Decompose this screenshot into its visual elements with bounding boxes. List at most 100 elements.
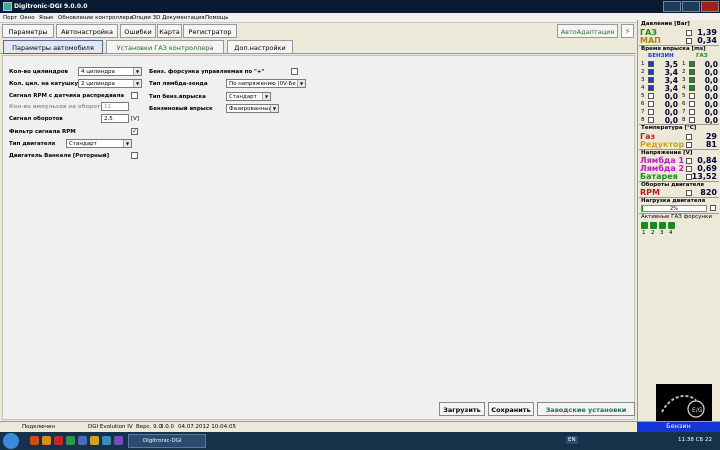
benzin-injector-checkbox[interactable] (648, 69, 654, 75)
injector-row: 7 0,0 7 0,0 (640, 108, 718, 117)
injector-label: Бенз. форсунка управляемая по "+" (149, 69, 265, 75)
engine-type-select[interactable]: Стандарт ▼ (66, 139, 132, 148)
lightning-icon[interactable]: ⚡ (621, 24, 634, 38)
gas-injector-checkbox[interactable] (689, 101, 695, 107)
benzin-injector-checkbox[interactable] (648, 117, 654, 123)
rpm-signal-checkbox[interactable] (131, 92, 138, 99)
engine-type-label: Тип двигателя (9, 141, 56, 147)
tab-parameters[interactable]: Параметры (2, 24, 54, 38)
benzin-injector-checkbox[interactable] (648, 109, 654, 115)
tab-recorder[interactable]: Регистратор (183, 24, 237, 38)
lambda-type-select[interactable]: По напряжению (0V-Бе ▼ (226, 79, 306, 88)
benzin-injector-checkbox[interactable] (648, 77, 654, 83)
gas-injector-checkbox[interactable] (689, 77, 695, 83)
tab-additional-settings[interactable]: Доп.настройки (227, 40, 293, 54)
connection-status: Подключен (22, 424, 55, 430)
gas-injector-checkbox[interactable] (689, 85, 695, 91)
chevron-down-icon: ▼ (123, 140, 131, 147)
clock: 11:38 СБ 22 (678, 437, 712, 443)
pulses-label: Кол-во импульсов на оборот (9, 104, 101, 110)
fuel-mode-indicator[interactable]: Бензин (637, 422, 720, 432)
gas-injector-checkbox[interactable] (689, 93, 695, 99)
auto-adapt-button[interactable]: АвтоАдаптация (557, 24, 618, 38)
reducer-temp-label: Редуктор (640, 140, 685, 149)
menu-options-3d[interactable]: Опции 3D (132, 15, 160, 21)
factory-settings-button[interactable]: Заводские установки (537, 402, 635, 416)
benzin-injector-checkbox[interactable] (648, 85, 654, 91)
svg-text:E/G: E/G (692, 407, 703, 414)
window-title: Digitronic-DGI 9.0.0.0 (14, 3, 88, 10)
fuel-type-label: Тип бенз.впрыска (149, 94, 206, 100)
save-button[interactable]: Сохранить (488, 402, 534, 416)
firmware-version: 3.0.0 (160, 424, 174, 430)
menu-help[interactable]: Помощь (205, 15, 228, 21)
active-injector-icon (659, 222, 666, 229)
tab-map[interactable]: Карта (157, 24, 182, 38)
folder-icon[interactable] (42, 436, 51, 445)
injection-select[interactable]: Фазированный ▼ (226, 104, 279, 113)
engine-load-bar: 2% (641, 205, 707, 212)
software-version: Верс. 9.0 (136, 424, 162, 430)
injector-number: 1 (641, 61, 645, 67)
pressure-header: Давление [Bar] (641, 21, 690, 27)
gas-injector-checkbox[interactable] (689, 61, 695, 67)
app-icon (3, 2, 12, 11)
injector-number: 1 (682, 61, 686, 67)
benzin-injector-checkbox[interactable] (648, 93, 654, 99)
rpm-filter-checkbox[interactable]: ✓ (131, 128, 138, 135)
media-icon[interactable] (54, 436, 63, 445)
injector-row: 4 3,4 4 0,0 (640, 84, 718, 93)
engine-load-fill (642, 206, 644, 211)
pulses-stepper[interactable]: 12 (101, 102, 129, 111)
menu-update-controller[interactable]: Обновление контроллера (58, 15, 133, 21)
tab-gas-controller-settings[interactable]: Установки ГАЗ контроллера (106, 40, 224, 54)
injector-number: 4 (641, 85, 645, 91)
rpm-voltage-unit: [V] (131, 116, 140, 122)
injection-time-header: Время впрыска [ms] (641, 46, 706, 52)
menu-language[interactable]: Язык (39, 15, 53, 21)
cylinders-select[interactable]: 4 цилиндра ▼ (78, 67, 142, 76)
injector-number: 6 (682, 101, 686, 107)
close-button[interactable] (701, 1, 719, 12)
gas-injector-checkbox[interactable] (689, 69, 695, 75)
app-icon[interactable] (66, 436, 75, 445)
word-icon[interactable] (78, 436, 87, 445)
taskbar-item-digitronic[interactable]: Digitronic-DGI (128, 434, 206, 448)
injector-number: 4 (682, 85, 686, 91)
wankel-checkbox[interactable] (131, 152, 138, 159)
gas-injector-checkbox[interactable] (689, 117, 695, 123)
start-button[interactable] (3, 433, 19, 449)
injection-label: Бензиновый впрыск (149, 106, 213, 112)
menu-documentation[interactable]: Документация (162, 15, 205, 21)
reducer-temp-value: 81 (705, 140, 717, 149)
injector-checkbox[interactable] (291, 68, 298, 75)
gas-column-header: ГАЗ (696, 53, 708, 59)
chevron-down-icon: ▼ (262, 93, 270, 100)
app-icon[interactable] (114, 436, 123, 445)
rpm-voltage-stepper[interactable]: 2,5 (101, 114, 129, 123)
benzin-injector-checkbox[interactable] (648, 61, 654, 67)
wankel-label: Двигатель Ванкеля [Роторный] (9, 153, 110, 159)
browser-icon[interactable] (30, 436, 39, 445)
language-indicator[interactable]: EN (566, 436, 578, 444)
rpm-value: 820 (700, 188, 717, 197)
app-icon[interactable] (102, 436, 111, 445)
tab-errors[interactable]: Ошибки (120, 24, 156, 38)
tab-vehicle-parameters[interactable]: Параметры автомобиля (3, 40, 103, 54)
load-button[interactable]: Загрузить (439, 402, 485, 416)
rpm-filter-label: Фильтр сигнала RPM (9, 129, 76, 135)
fuel-type-select[interactable]: Стандарт ▼ (226, 92, 271, 101)
gas-injector-checkbox[interactable] (689, 109, 695, 115)
chevron-down-icon: ▼ (270, 105, 278, 112)
tab-autotune[interactable]: Автонастройка (56, 24, 118, 38)
app-icon[interactable] (90, 436, 99, 445)
coil-select[interactable]: 2 цилиндра ▼ (78, 79, 142, 88)
minimize-button[interactable] (663, 1, 681, 12)
active-injector-icon (650, 222, 657, 229)
maximize-button[interactable] (682, 1, 700, 12)
injector-number: 3 (682, 77, 686, 83)
engine-load-checkbox[interactable] (710, 205, 716, 211)
menu-window[interactable]: Окно (20, 15, 35, 21)
menu-port[interactable]: Порт (3, 15, 17, 21)
benzin-injector-checkbox[interactable] (648, 101, 654, 107)
